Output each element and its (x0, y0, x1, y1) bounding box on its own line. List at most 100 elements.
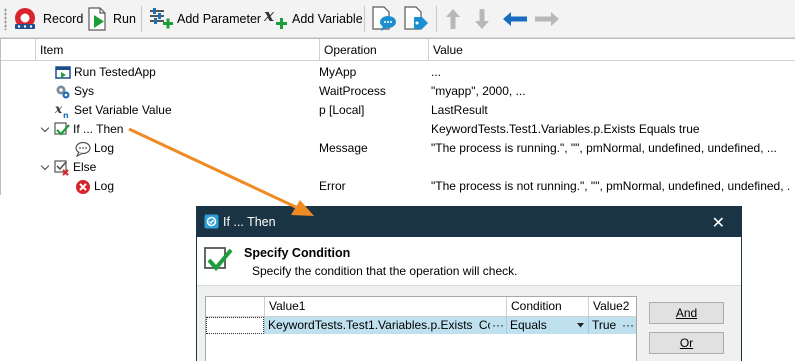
and-label: And (675, 306, 698, 320)
table-row[interactable]: Else (1, 158, 795, 177)
column-header-condition[interactable]: Condition (506, 297, 588, 316)
move-up-icon (446, 9, 460, 29)
dialog-header-title: Specify Condition (244, 246, 351, 260)
add-parameter-button[interactable]: Add Parameter (148, 4, 261, 34)
table-row[interactable]: x n Set Variable Value p [Local] LastRes… (1, 101, 795, 120)
move-right-button[interactable] (533, 4, 561, 34)
move-left-icon (503, 12, 527, 26)
condition-value: Equals (510, 318, 547, 332)
condition-table: Value1 Condition Value2 KeywordTests.Tes… (205, 296, 637, 361)
run-icon (88, 7, 106, 31)
row-selector[interactable] (206, 317, 264, 334)
condition-row[interactable]: KeywordTests.Test1.Variables.p.Exists Co… (206, 317, 636, 334)
row-operation (319, 120, 427, 139)
or-button[interactable]: Or (649, 332, 724, 354)
toolbar-separator (364, 6, 365, 32)
tag-icon (404, 6, 428, 30)
condition-select[interactable]: Equals (506, 317, 588, 334)
row-item-label: Log (94, 179, 115, 193)
add-parameter-icon (150, 8, 173, 29)
move-down-icon (475, 9, 489, 29)
table-row[interactable]: Log Error "The process is not running.",… (1, 177, 795, 196)
dialog-header: Specify Condition Specify the condition … (197, 237, 741, 285)
row-value: "myapp", 2000, ... (431, 84, 526, 98)
svg-text:n: n (63, 111, 69, 119)
move-right-icon (535, 12, 559, 26)
row-value: "The process is not running.", "", pmNor… (431, 179, 791, 193)
keyword-test-grid: Item Operation Value Run TestedApp MyApp… (0, 38, 795, 195)
column-header-operation[interactable]: Operation (319, 39, 428, 61)
comment-icon (372, 6, 396, 31)
row-item-label: Run TestedApp (74, 65, 156, 79)
grid-header: Item Operation Value (1, 38, 795, 61)
close-icon[interactable]: ✕ (712, 213, 725, 233)
value1-ellipsis-button[interactable]: ··· (490, 317, 506, 334)
specify-condition-icon (204, 247, 233, 272)
add-parameter-label: Add Parameter (177, 12, 262, 26)
dialog-title: If ... Then (223, 215, 276, 229)
run-label: Run (113, 12, 136, 26)
log-error-icon (76, 179, 90, 194)
dialog-header-description: Specify the condition that the operation… (252, 264, 518, 278)
condition-table-header: Value1 Condition Value2 (206, 297, 636, 317)
run-tested-app-icon (55, 65, 71, 79)
row-item-label: If ... Then (73, 122, 124, 136)
move-up-button[interactable] (443, 4, 463, 34)
row-item-label: Log (94, 141, 115, 155)
column-header-value1[interactable]: Value1 (264, 297, 506, 316)
add-variable-label: Add Variable (292, 12, 363, 26)
row-value (431, 158, 791, 177)
column-header-item[interactable]: Item (35, 39, 319, 61)
sys-object-icon (56, 85, 70, 98)
set-variable-icon: x n (55, 103, 69, 119)
tag-button[interactable] (402, 4, 430, 34)
move-left-button[interactable] (501, 4, 529, 34)
value1-text: KeywordTests.Test1.Variables.p.Exists (268, 318, 473, 332)
column-header-value2[interactable]: Value2 (588, 297, 636, 316)
value1-cell[interactable]: KeywordTests.Test1.Variables.p.Exists Co… (264, 317, 490, 334)
dialog-title-bar[interactable]: If ... Then ✕ (197, 207, 741, 237)
row-item-label: Sys (74, 84, 95, 98)
row-operation: WaitProcess (319, 84, 386, 98)
row-operation: p [Local] (319, 103, 365, 117)
else-icon (54, 159, 69, 176)
toolbar-separator (141, 6, 142, 32)
move-down-button[interactable] (472, 4, 492, 34)
row-value: KeywordTests.Test1.Variables.p.Exists Eq… (431, 122, 700, 136)
table-row[interactable]: Sys WaitProcess "myapp", 2000, ... (1, 82, 795, 101)
row-operation: Message (319, 141, 368, 155)
comment-button[interactable] (370, 4, 398, 34)
or-label: Or (679, 336, 694, 350)
row-item-label: Else (73, 160, 97, 174)
collapse-chevron-icon[interactable] (41, 163, 51, 173)
row-operation: MyApp (319, 65, 357, 79)
log-message-icon (75, 141, 91, 157)
dialog-app-icon (204, 214, 219, 229)
collapse-chevron-icon[interactable] (41, 125, 51, 135)
row-value: ... (431, 65, 442, 79)
add-variable-button[interactable]: x Add Variable (263, 4, 363, 34)
add-variable-icon: x (263, 6, 287, 29)
row-operation (319, 158, 427, 177)
svg-text:x: x (263, 6, 275, 26)
table-row[interactable]: Log Message "The process is running.", "… (1, 139, 795, 158)
dropdown-arrow-icon (577, 323, 584, 328)
column-header-value[interactable]: Value (428, 39, 795, 61)
toolbar-grip[interactable] (4, 8, 7, 30)
table-row[interactable]: If ... Then KeywordTests.Test1.Variables… (1, 120, 795, 139)
record-label: Record (43, 12, 84, 26)
record-button[interactable]: Record (12, 4, 83, 34)
if-then-dialog: If ... Then ✕ Specify Condition Specify … (196, 206, 742, 361)
and-button[interactable]: And (649, 302, 724, 324)
row-value: LastResult (431, 103, 488, 117)
row-operation: Error (319, 179, 346, 193)
run-button[interactable]: Run (86, 4, 136, 34)
value1-mode: Code (478, 318, 490, 332)
table-row[interactable]: Run TestedApp MyApp ... (1, 63, 795, 82)
value2-cell[interactable]: True (588, 317, 620, 334)
value2-ellipsis-button[interactable]: ··· (620, 317, 636, 334)
record-icon (15, 8, 35, 29)
row-value: "The process is running.", "", pmNormal,… (431, 141, 777, 155)
toolbar-separator (436, 6, 437, 32)
dialog-body: Value1 Condition Value2 KeywordTests.Tes… (197, 285, 741, 361)
